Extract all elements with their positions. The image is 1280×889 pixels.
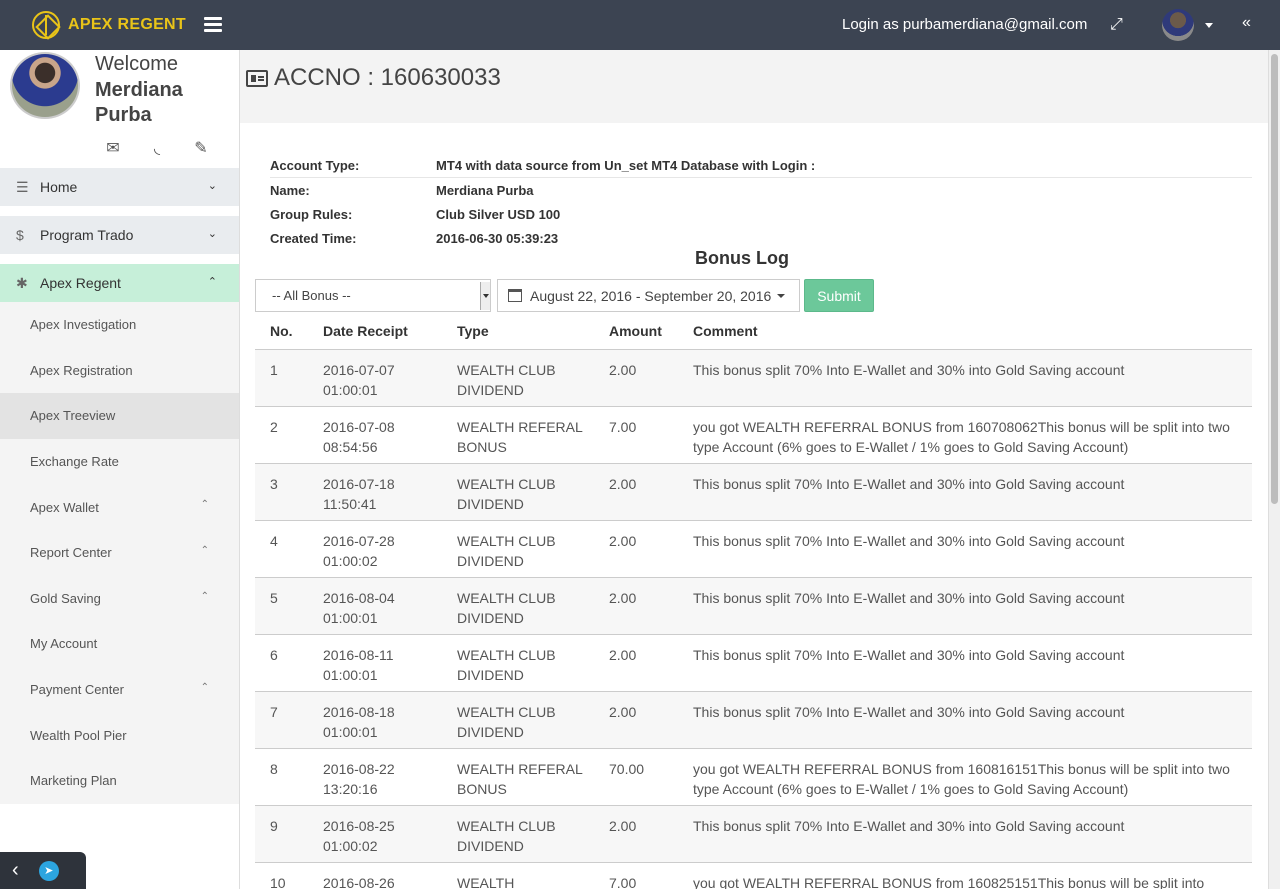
created-time-label: Created Time:	[270, 230, 357, 246]
chevron-up-icon: ⌃	[207, 276, 217, 288]
table-row: 4 2016-07-28 01:00:02 WEALTH CLUB DIVIDEND…	[255, 520, 1252, 578]
chevron-down-icon	[777, 293, 786, 298]
user-avatar[interactable]	[1162, 9, 1194, 41]
profile-name: Merdiana Purba	[95, 79, 183, 126]
sidebar-item-label: Apex Regent	[40, 275, 121, 291]
chevron-left-icon[interactable]: ‹	[12, 859, 19, 882]
table-row: 9 2016-08-25 01:00:02 WEALTH CLUB DIVIDEND…	[255, 805, 1252, 863]
sidebar-item-report-center[interactable]: Report Center ⌃	[0, 529, 239, 576]
col-comment: Comment	[678, 319, 1252, 350]
sidebar-item-wealth-pool-pier[interactable]: Wealth Pool Pier	[0, 712, 239, 758]
hamburger-icon[interactable]	[204, 17, 222, 33]
chevron-down-icon[interactable]	[1205, 23, 1213, 28]
sidebar-item-gold-saving[interactable]: Gold Saving ⌃	[0, 575, 239, 622]
sidebar-item-apex-wallet[interactable]: Apex Wallet ⌃	[0, 484, 239, 530]
id-card-icon	[246, 69, 268, 87]
sidebar-item-home[interactable]: ☰ Home ⌄	[0, 168, 239, 206]
table-row: 7 2016-08-18 01:00:01 WEALTH CLUB DIVIDEND…	[255, 691, 1252, 749]
chevron-up-icon: ⌃	[200, 544, 209, 556]
group-rules-label: Group Rules:	[270, 206, 353, 222]
submit-button[interactable]: Submit	[804, 279, 874, 312]
bonus-filters: -- All Bonus -- August 22, 2016 - Septem…	[255, 279, 874, 312]
sidebar-item-label: Home	[40, 179, 78, 195]
name-label: Name:	[270, 182, 310, 198]
apex-logo-icon	[32, 11, 60, 39]
rss-icon[interactable]: ◟	[148, 138, 166, 158]
sidebar-item-apex-registration[interactable]: Apex Registration	[0, 347, 239, 394]
account-info: Account Type: MT4 with data source from U…	[270, 153, 1252, 250]
sidebar-item-marketing-plan[interactable]: Marketing Plan	[0, 757, 239, 804]
list-icon: ☰	[16, 178, 29, 195]
account-type-value: MT4 with data source from Un_set MT4 Dat…	[436, 157, 816, 173]
name-value: Merdiana Purba	[436, 182, 534, 198]
table-row: 10 2016-08-26 WEALTH 7.00 you got WEALTH REF…	[255, 862, 1252, 889]
scrollbar-thumb[interactable]	[1271, 54, 1278, 504]
account-panel: Account Type: MT4 with data source from U…	[240, 123, 1268, 889]
calendar-icon	[508, 289, 522, 302]
asterisk-icon: ✱	[16, 274, 28, 291]
chevron-down-icon: ⌄	[207, 228, 217, 240]
profile-panel: Welcome Merdiana Purba ✉ ◟ ✎	[0, 50, 239, 168]
bonus-type-select[interactable]: -- All Bonus --	[255, 279, 491, 312]
chevron-down-icon: ⌄	[207, 180, 217, 192]
bonus-log-title: Bonus Log	[695, 248, 789, 268]
sidebar: Welcome Merdiana Purba ✉ ◟ ✎ ☰ Home ⌄ $ …	[0, 50, 240, 889]
page-scrollbar[interactable]	[1268, 50, 1280, 889]
top-navbar: APEX REGENT Login as purbamerdiana@gmail…	[0, 0, 1280, 50]
telegram-icon[interactable]: ➤	[38, 860, 59, 881]
bottom-controls: ‹ ➤	[0, 852, 86, 889]
chevron-up-icon: ⌃	[200, 590, 209, 602]
brand-name: APEX REGENT	[68, 16, 186, 33]
dollar-icon: $	[16, 227, 24, 243]
sidebar-item-exchange-rate[interactable]: Exchange Rate	[0, 438, 239, 485]
table-row: 3 2016-07-18 11:50:41 WEALTH CLUB DIVIDEND…	[255, 463, 1252, 521]
sidebar-item-apex-regent[interactable]: ✱ Apex Regent ⌃	[0, 264, 239, 302]
table-row: 6 2016-08-11 01:00:01 WEALTH CLUB DIVIDEND…	[255, 634, 1252, 692]
table-row: 5 2016-08-04 01:00:01 WEALTH CLUB DIVIDEND…	[255, 577, 1252, 635]
envelope-icon[interactable]: ✉	[104, 138, 122, 158]
created-time-value: 2016-06-30 05:39:23	[436, 230, 559, 246]
col-no: No.	[255, 319, 308, 350]
col-amount: Amount	[594, 319, 678, 350]
expand-icon[interactable]: ⤢	[1110, 16, 1123, 34]
profile-avatar	[10, 52, 80, 119]
sidebar-item-payment-center[interactable]: Payment Center ⌃	[0, 666, 239, 713]
bonus-log-table: No. Date Receipt Type Amount Comment 1 20…	[255, 319, 1252, 889]
content-header: ACCNO : 160630033	[240, 50, 1268, 123]
col-type: Type	[442, 319, 594, 350]
date-range-picker[interactable]: August 22, 2016 - September 20, 2016	[497, 279, 800, 312]
chevron-down-icon[interactable]	[480, 282, 490, 310]
chevron-up-icon: ⌃	[200, 681, 209, 693]
account-type-label: Account Type:	[270, 157, 360, 173]
login-status: Login as purbamerdiana@gmail.com	[842, 16, 1088, 33]
col-date: Date Receipt	[308, 319, 442, 350]
page-title: ACCNO : 160630033	[246, 64, 501, 92]
wrench-icon[interactable]: ✎	[192, 138, 210, 158]
table-row: 8 2016-08-22 13:20:16 WEALTH REFERAL BONUS…	[255, 748, 1252, 806]
sidebar-item-apex-treeview[interactable]: Apex Treeview	[0, 393, 239, 439]
double-chevron-left-icon[interactable]: «	[1242, 14, 1251, 32]
sidebar-item-apex-investigation[interactable]: Apex Investigation	[0, 302, 239, 348]
table-row: 2 2016-07-08 08:54:56 WEALTH REFERAL BONUS…	[255, 406, 1252, 464]
welcome-label: Welcome	[95, 53, 178, 75]
sidebar-item-program-trado[interactable]: $ Program Trado ⌄	[0, 216, 239, 254]
table-row: 1 2016-07-07 01:00:01 WEALTH CLUB DIVIDEND…	[255, 349, 1252, 407]
sidebar-item-my-account[interactable]: My Account	[0, 621, 239, 667]
sidebar-item-label: Program Trado	[40, 227, 134, 243]
chevron-up-icon: ⌃	[200, 499, 209, 511]
group-rules-value: Club Silver USD 100	[436, 206, 561, 222]
